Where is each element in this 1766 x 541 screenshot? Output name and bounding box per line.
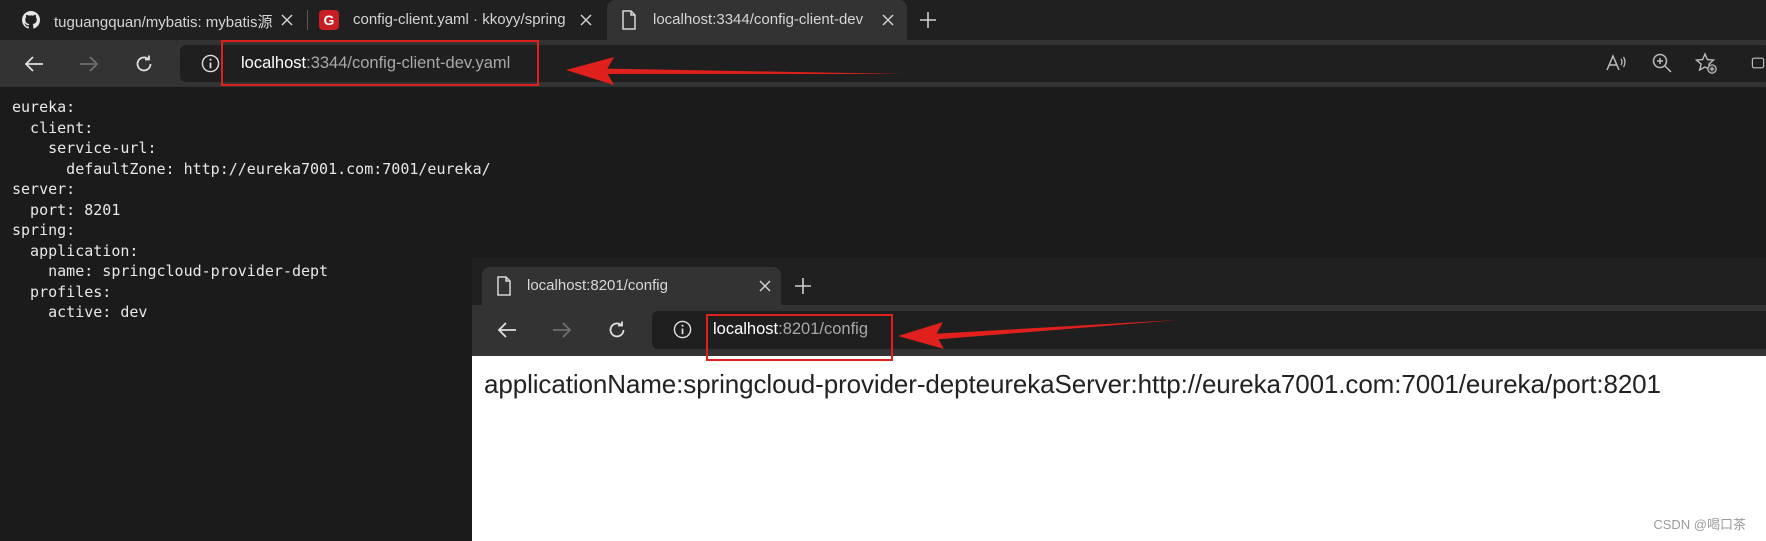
close-icon[interactable] [879, 11, 897, 29]
forward-button[interactable] [74, 49, 104, 79]
overlay-toolbar: localhost:8201/config [472, 305, 1766, 356]
response-text: applicationName:springcloud-provider-dep… [484, 369, 1661, 399]
overlay-page-content: applicationName:springcloud-provider-dep… [472, 356, 1766, 541]
tab-gitee[interactable]: G config-client.yaml · kkoyy/spring [309, 0, 605, 40]
overlay-browser-window: localhost:8201/config localhost:8201/con… [472, 258, 1766, 541]
tab-title: localhost:3344/config-client-dev [653, 11, 864, 28]
yaml-content: eureka: client: service-url: defaultZone… [12, 98, 491, 321]
new-tab-button[interactable] [916, 8, 940, 32]
new-tab-button[interactable] [791, 274, 815, 298]
close-icon[interactable] [278, 11, 296, 29]
zoom-icon[interactable] [1647, 48, 1677, 78]
site-info-icon[interactable] [673, 320, 692, 339]
add-favorite-icon[interactable] [1691, 48, 1721, 78]
watermark: CSDN @喝口茶 [1653, 517, 1746, 532]
tab-localhost-3344[interactable]: localhost:3344/config-client-dev [607, 0, 907, 40]
url-highlight-box [221, 40, 539, 86]
tab-title: config-client.yaml · kkoyy/spring [353, 11, 566, 28]
reload-button[interactable] [129, 49, 159, 79]
tab-github[interactable]: tuguangquan/mybatis: mybatis源 [0, 0, 306, 40]
main-tab-strip: tuguangquan/mybatis: mybatis源 G config-c… [0, 0, 1766, 40]
tab-title: localhost:8201/config [527, 277, 668, 294]
github-icon [22, 11, 40, 29]
page-icon [621, 10, 637, 30]
reload-button[interactable] [602, 315, 632, 345]
gitee-icon: G [319, 10, 339, 30]
collections-icon[interactable] [1750, 48, 1766, 78]
site-info-icon[interactable] [201, 54, 220, 73]
tab-title: tuguangquan/mybatis: mybatis源 [54, 14, 272, 31]
back-button[interactable] [492, 315, 522, 345]
url-highlight-box [706, 314, 893, 361]
page-icon [496, 276, 512, 296]
tab-localhost-8201[interactable]: localhost:8201/config [482, 267, 781, 305]
read-aloud-icon[interactable] [1601, 48, 1631, 78]
close-icon[interactable] [577, 11, 595, 29]
close-icon[interactable] [759, 280, 771, 292]
back-button[interactable] [19, 49, 49, 79]
forward-button[interactable] [547, 315, 577, 345]
tab-separator [307, 10, 308, 30]
